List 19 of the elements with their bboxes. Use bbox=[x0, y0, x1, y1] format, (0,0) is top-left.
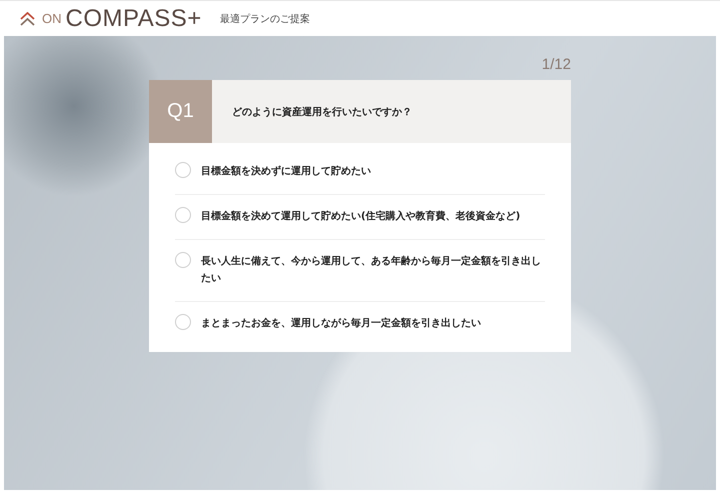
option-label: まとまったお金を、運用しながら毎月一定金額を引き出したい bbox=[201, 316, 481, 331]
question-text: どのように資産運用を行いたいですか？ bbox=[231, 105, 412, 120]
answer-option[interactable]: まとまったお金を、運用しながら毎月一定金額を引き出したい bbox=[175, 301, 545, 346]
radio-button[interactable] bbox=[175, 207, 191, 223]
logo-icon bbox=[20, 12, 35, 26]
answer-option[interactable]: 目標金額を決めずに運用して貯めたい bbox=[175, 149, 545, 194]
radio-button[interactable] bbox=[175, 162, 191, 178]
question-counter: 1/12 bbox=[540, 56, 571, 75]
answer-option[interactable]: 目標金額を決めて運用して貯めたい(住宅購入や教育費、老後資金など) bbox=[175, 194, 545, 239]
logo-name: COMPASS+ bbox=[66, 4, 202, 32]
radio-button[interactable] bbox=[175, 314, 191, 330]
answer-option[interactable]: 長い人生に備えて、今から運用して、ある年齢から毎月一定金額を引き出したい bbox=[175, 239, 545, 301]
logo-prefix: ON bbox=[42, 11, 62, 26]
radio-button[interactable] bbox=[175, 252, 191, 268]
option-label: 目標金額を決めずに運用して貯めたい bbox=[201, 164, 371, 179]
question-number: Q1 bbox=[149, 80, 212, 143]
page-subtitle: 最適プランのご提案 bbox=[220, 12, 310, 26]
option-label: 目標金額を決めて運用して貯めたい(住宅購入や教育費、老後資金など) bbox=[201, 209, 520, 224]
option-label: 長い人生に備えて、今から運用して、ある年齢から毎月一定金額を引き出したい bbox=[201, 254, 541, 286]
